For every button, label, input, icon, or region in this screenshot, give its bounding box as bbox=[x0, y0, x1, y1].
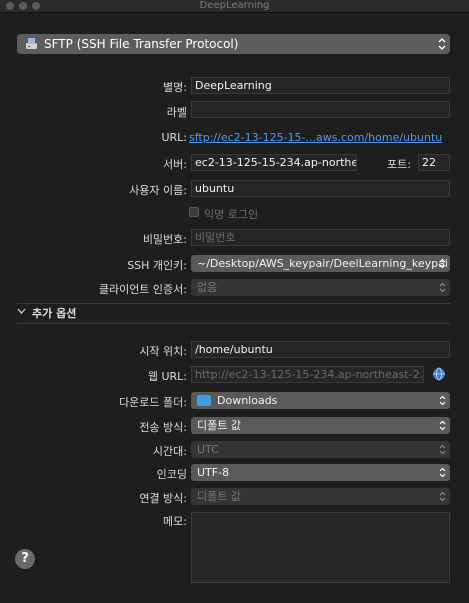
password-field[interactable]: 비밀번호 bbox=[191, 229, 450, 246]
chevron-updown-icon bbox=[439, 282, 446, 293]
folder-icon bbox=[197, 395, 211, 406]
advanced-options-label: 추가 옵션 bbox=[32, 307, 77, 320]
notes-label: 메모: bbox=[163, 515, 187, 528]
chevron-updown-icon bbox=[439, 491, 446, 502]
globe-icon[interactable] bbox=[432, 367, 446, 381]
section-divider bbox=[17, 323, 450, 324]
ssh-key-label: SSH 개인키: bbox=[127, 259, 187, 272]
window-titlebar: DeepLearning bbox=[0, 0, 469, 13]
tag-label: 라벨 bbox=[166, 106, 187, 119]
encoding-value: UTF-8 bbox=[197, 466, 230, 479]
web-url-field[interactable]: http://ec2-13-125-15-234.ap-northeast-2.… bbox=[191, 366, 424, 383]
chevron-updown-icon bbox=[439, 420, 446, 431]
timezone-select[interactable]: UTC bbox=[191, 441, 450, 458]
port-field[interactable]: 22 bbox=[418, 154, 450, 171]
window-title: DeepLearning bbox=[199, 0, 270, 11]
username-field[interactable]: ubuntu bbox=[191, 180, 450, 197]
web-url-label: 웹 URL: bbox=[147, 370, 187, 383]
chevron-updown-icon bbox=[438, 38, 446, 50]
chevron-updown-icon bbox=[439, 258, 446, 269]
chevron-updown-icon bbox=[439, 444, 446, 455]
server-field[interactable]: ec2-13-125-15-234.ap-northea bbox=[191, 154, 357, 171]
ssh-key-value: ~/Desktop/AWS_keypair/DeelLearning_keypa… bbox=[197, 257, 448, 270]
anonymous-login-checkbox[interactable] bbox=[189, 207, 199, 217]
connect-mode-value: 디폴트 값 bbox=[197, 490, 241, 503]
nickname-label: 별명: bbox=[163, 81, 187, 94]
client-cert-select[interactable]: 없음 bbox=[191, 279, 450, 296]
transfer-mode-select[interactable]: 디폴트 값 bbox=[191, 417, 450, 434]
port-label: 포트: bbox=[387, 158, 411, 171]
password-label: 비밀번호: bbox=[142, 233, 187, 246]
section-divider bbox=[17, 303, 450, 304]
encoding-select[interactable]: UTF-8 bbox=[191, 464, 450, 481]
chevron-updown-icon bbox=[439, 467, 446, 478]
connect-mode-label: 연결 방식: bbox=[139, 492, 187, 505]
nickname-field[interactable]: DeepLearning bbox=[191, 77, 450, 94]
chevron-updown-icon bbox=[439, 395, 446, 406]
start-dir-label: 시작 위치: bbox=[139, 345, 187, 358]
protocol-select[interactable]: SFTP (SSH File Transfer Protocol) bbox=[17, 34, 450, 54]
transfer-mode-value: 디폴트 값 bbox=[197, 419, 241, 432]
server-drive-icon bbox=[26, 38, 37, 49]
start-dir-field[interactable]: /home/ubuntu bbox=[191, 341, 450, 358]
download-folder-label: 다운로드 폴더: bbox=[119, 396, 187, 409]
chevron-down-icon bbox=[17, 308, 26, 314]
download-folder-select[interactable]: Downloads bbox=[191, 392, 450, 409]
tag-field[interactable] bbox=[191, 101, 450, 118]
client-cert-value: 없음 bbox=[197, 281, 218, 294]
url-label: URL: bbox=[161, 131, 187, 144]
encoding-label: 인코딩 bbox=[156, 468, 187, 481]
timezone-value: UTC bbox=[197, 443, 219, 456]
protocol-label: SFTP (SSH File Transfer Protocol) bbox=[44, 37, 239, 51]
client-cert-label: 클라이언트 인증서: bbox=[98, 283, 187, 296]
download-folder-value: Downloads bbox=[217, 394, 278, 407]
timezone-label: 시간대: bbox=[152, 445, 187, 458]
connect-mode-select[interactable]: 디폴트 값 bbox=[191, 488, 450, 505]
ssh-key-select[interactable]: ~/Desktop/AWS_keypair/DeelLearning_keypa… bbox=[191, 255, 450, 272]
anonymous-login-label: 익명 로그인 bbox=[204, 208, 259, 221]
username-label: 사용자 이름: bbox=[129, 184, 187, 197]
server-label: 서버: bbox=[163, 158, 187, 171]
help-button[interactable]: ? bbox=[15, 549, 35, 569]
notes-field[interactable] bbox=[191, 512, 450, 583]
url-link[interactable]: sftp://ec2-13-125-15-...aws.com/home/ubu… bbox=[189, 131, 442, 144]
transfer-mode-label: 전송 방식: bbox=[139, 421, 187, 434]
